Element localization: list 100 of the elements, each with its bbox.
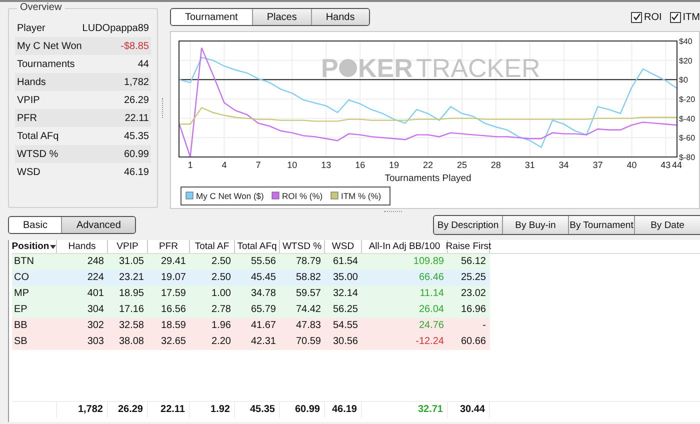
splitter-handle[interactable] [384, 211, 402, 212]
stat-value: LUDOpappa89 [82, 22, 149, 34]
watermark-text: TRACKER [416, 53, 540, 83]
checkbox[interactable] [631, 12, 642, 22]
column-header[interactable]: Hands [57, 240, 108, 253]
table-cell: MP [14, 288, 29, 299]
table-cell: 38.08 [118, 336, 144, 347]
x-tick-label: 19 [389, 160, 400, 170]
table-cell: 2.20 [212, 336, 231, 347]
column-header[interactable]: WTSD % [280, 240, 325, 253]
table-cell: 54.55 [332, 320, 358, 331]
table-cell: 18.95 [118, 288, 144, 299]
table-cell: 58.82 [296, 272, 321, 283]
chart-tab[interactable]: Tournament [171, 9, 252, 25]
filter-button[interactable]: By Tournament [568, 216, 634, 234]
chart-tab[interactable]: Places [252, 9, 311, 25]
table-cell: 31.05 [118, 256, 144, 267]
stat-label: Tournaments [17, 58, 75, 70]
table-cell: 56.25 [332, 304, 358, 315]
x-tick-label: 37 [592, 160, 603, 170]
filter-button[interactable]: By Buy-in [502, 216, 568, 234]
column-header[interactable]: Total AFq [235, 240, 280, 253]
column-header[interactable]: Position [12, 240, 57, 253]
table-cell: 22.11 [160, 404, 185, 415]
table-cell: SB [14, 336, 28, 347]
chart-tab[interactable]: Hands [310, 9, 369, 25]
table-cell: 304 [87, 304, 104, 315]
table-cell: 302 [87, 320, 104, 331]
table-cell: 17.16 [118, 304, 144, 315]
table-cell: 303 [87, 336, 104, 347]
table-cell: 30.56 [332, 336, 358, 347]
table-cell: 16.96 [460, 304, 486, 315]
table-cell: 1.96 [212, 320, 231, 331]
filter-button[interactable]: By Description [434, 216, 502, 234]
table-cell: 60.66 [460, 336, 486, 347]
stats-tab[interactable]: Basic [9, 217, 62, 233]
table-row[interactable]: MP 401 18.95 17.59 1.00 34.78 59.57 32.14 11.14 23.02 [12, 286, 490, 302]
watermark-text: P [321, 53, 338, 83]
table-cell: 401 [87, 288, 104, 299]
stat-value: 1,782 [124, 76, 149, 88]
table-cell: 45.35 [250, 404, 275, 415]
column-header[interactable]: PFR [148, 240, 190, 253]
stats-tab[interactable]: Advanced [61, 217, 135, 233]
table-cell: 32.14 [332, 288, 358, 299]
table-cell: 46.19 [332, 404, 357, 415]
table-row[interactable]: CO 224 23.21 19.07 2.50 45.45 58.82 35.00 66.46 25.25 [12, 270, 490, 286]
table-cell: BB [14, 320, 28, 331]
table-cell: 78.79 [296, 256, 321, 267]
checkbox-label: ITM [682, 12, 700, 22]
table-cell: 18.59 [160, 320, 186, 331]
y-tick-label: $0 [679, 76, 688, 85]
table-row[interactable]: BB 302 32.58 18.59 1.96 41.67 47.83 54.55 24.76 - [12, 318, 490, 334]
y-tick-label: $-60 [679, 134, 696, 143]
table-cell: 70.59 [296, 336, 321, 347]
x-axis-title: Tournaments Played [384, 173, 472, 184]
table-cell: 45.45 [250, 272, 276, 283]
checkbox-label: ROI [644, 12, 662, 22]
stat-label: WTSD % [17, 148, 58, 160]
table-cell: 11.14 [420, 288, 444, 299]
x-tick-label: 1 [188, 160, 193, 170]
table-row[interactable]: BTN 248 31.05 29.41 2.50 55.56 78.79 61.54 109.89 56.12 [12, 254, 490, 270]
column-header[interactable]: All-In Adj BB/100 [362, 240, 448, 253]
x-tick-label: 4 [222, 160, 227, 170]
stat-value: 60.99 [124, 148, 149, 160]
y-tick-label: $-80 [679, 153, 696, 162]
table-cell: 17.59 [160, 288, 186, 299]
x-tick-label: 16 [355, 160, 366, 170]
watermark-text: KER [358, 53, 413, 83]
table-cell: 23.21 [118, 272, 144, 283]
table-row[interactable]: SB 303 38.08 32.65 2.20 42.31 70.59 30.56 -12.24 60.66 [12, 334, 490, 350]
y-tick-label: $20 [679, 56, 692, 66]
table-cell: CO [14, 272, 29, 283]
table-cell: 32.71 [418, 404, 443, 415]
stat-label: VPIP [17, 94, 40, 106]
filter-button[interactable]: By Date [634, 216, 700, 234]
table-cell: 66.46 [418, 272, 444, 283]
table-cell: 1.00 [212, 288, 231, 299]
y-tick-label: $40 [679, 37, 692, 46]
table-cell: - [482, 320, 486, 331]
table-cell: 30.44 [460, 404, 485, 415]
column-header[interactable]: Total AF [190, 240, 235, 253]
legend-label: My C Net Won ($) [196, 191, 264, 201]
table-cell: 65.79 [250, 304, 276, 315]
stat-value: 26.29 [124, 94, 149, 106]
table-row[interactable]: EP 304 17.16 16.56 2.78 65.79 74.42 56.25 26.04 16.96 [12, 302, 490, 318]
checkbox[interactable] [670, 12, 681, 22]
stat-label: PFR [17, 112, 37, 124]
column-header[interactable]: Raise First [448, 240, 490, 253]
x-tick-label: 10 [287, 160, 298, 170]
table-cell: 34.78 [250, 288, 276, 299]
table-cell: 1.92 [210, 404, 230, 415]
column-header[interactable]: WSD [325, 240, 362, 253]
table-cell: 59.57 [296, 288, 321, 299]
table-cell: 1,782 [78, 404, 103, 415]
legend-label: ROI % (%) [282, 191, 323, 201]
table-cell: 2.50 [212, 272, 231, 283]
splitter-handle[interactable] [162, 98, 166, 118]
column-header[interactable]: VPIP [108, 240, 148, 253]
table-cell: 109.89 [413, 256, 444, 267]
table-cell: 224 [87, 272, 104, 283]
